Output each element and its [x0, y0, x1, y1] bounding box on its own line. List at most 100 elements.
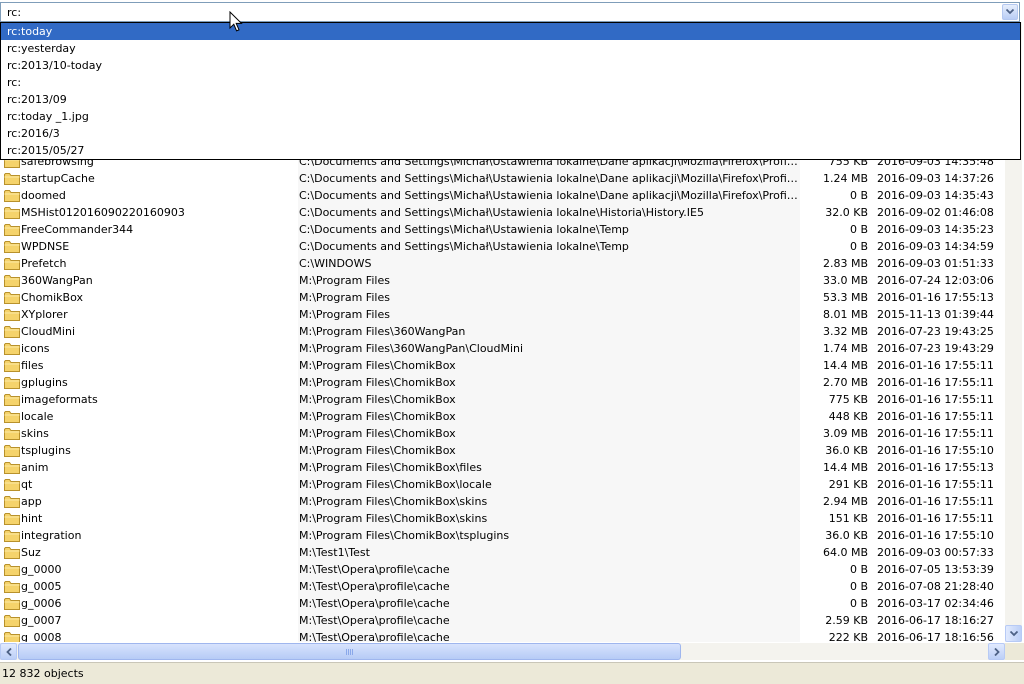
item-size: 32.0 KB — [825, 206, 868, 219]
item-modified: 2016-09-03 14:35:23 — [877, 223, 994, 236]
table-row[interactable]: g_0005 M:\Test\Opera\profile\cache 0 B 2016… — [0, 578, 1005, 595]
table-row[interactable]: startupCache C:\Documents and Settings\Mi… — [0, 170, 1005, 187]
item-name: ChomikBox — [21, 291, 83, 304]
chevron-down-icon — [1006, 9, 1014, 15]
item-path: M:\Program Files\ChomikBox\locale — [299, 478, 492, 491]
table-row[interactable]: locale M:\Program Files\ChomikBox 448 KB 20… — [0, 408, 1005, 425]
item-name: XYplorer — [21, 308, 68, 321]
scroll-right-button[interactable] — [988, 643, 1005, 660]
table-row[interactable]: g_0006 M:\Test\Opera\profile\cache 0 B 2016… — [0, 595, 1005, 612]
item-size: 36.0 KB — [825, 444, 868, 457]
folder-icon — [4, 461, 20, 474]
dropdown-item[interactable]: rc:today _1.jpg — [1, 108, 1020, 125]
table-row[interactable]: app M:\Program Files\ChomikBox\skins 2.94 … — [0, 493, 1005, 510]
scroll-left-button[interactable] — [0, 643, 17, 660]
folder-icon — [4, 478, 20, 491]
item-size: 775 KB — [828, 393, 868, 406]
item-name: integration — [21, 529, 82, 542]
table-row[interactable]: g_0007 M:\Test\Opera\profile\cache 2.59 KB… — [0, 612, 1005, 629]
table-row[interactable]: Suz M:\Test1\Test 64.0 MB 2016-09-03 00:57:… — [0, 544, 1005, 561]
item-modified: 2016-01-16 17:55:11 — [877, 427, 994, 440]
item-path: M:\Program Files\ChomikBox — [299, 444, 456, 457]
item-size: 0 B — [849, 580, 868, 593]
dropdown-item[interactable]: rc:yesterday — [1, 40, 1020, 57]
item-path: M:\Program Files\ChomikBox\tsplugins — [299, 529, 510, 542]
table-row[interactable]: 360WangPan M:\Program Files 33.0 MB 2016-07… — [0, 272, 1005, 289]
table-row[interactable]: qt M:\Program Files\ChomikBox\locale 291 K… — [0, 476, 1005, 493]
item-name: g_0007 — [21, 614, 62, 627]
item-name: WPDNSE — [21, 240, 70, 253]
table-row[interactable]: gplugins M:\Program Files\ChomikBox 2.70 M… — [0, 374, 1005, 391]
item-size: 8.01 MB — [822, 308, 868, 321]
address-dropdown-list[interactable]: rc:today rc:yesterday rc:2013/10-today rc: r… — [0, 22, 1021, 160]
item-size: 2.70 MB — [822, 376, 868, 389]
table-row[interactable]: Prefetch C:\WINDOWS 2.83 MB 2016-09-03 01:5… — [0, 255, 1005, 272]
item-size: 0 B — [849, 563, 868, 576]
folder-icon — [4, 223, 20, 236]
dropdown-item[interactable]: rc:2013/10-today — [1, 57, 1020, 74]
mouse-cursor-icon — [229, 10, 243, 36]
table-row[interactable]: doomed C:\Documents and Settings\Michał\U… — [0, 187, 1005, 204]
folder-icon — [4, 274, 20, 287]
item-modified: 2016-01-16 17:55:13 — [877, 291, 994, 304]
item-name: g_0000 — [21, 563, 62, 576]
item-size: 53.3 MB — [822, 291, 868, 304]
item-modified: 2016-09-03 14:37:26 — [877, 172, 994, 185]
dropdown-item[interactable]: rc:today — [1, 23, 1020, 40]
item-modified: 2016-01-16 17:55:11 — [877, 359, 994, 372]
item-modified: 2015-11-13 01:39:44 — [877, 308, 994, 321]
dropdown-item[interactable]: rc:2013/09 — [1, 91, 1020, 108]
item-name: qt — [21, 478, 33, 491]
item-size: 64.0 MB — [822, 546, 868, 559]
item-modified: 2016-01-16 17:55:10 — [877, 529, 994, 542]
scroll-down-button[interactable] — [1005, 625, 1022, 642]
item-size: 222 KB — [828, 631, 868, 642]
item-path: M:\Test\Opera\profile\cache — [299, 614, 450, 627]
table-row[interactable]: MSHist012016090220160903 C:\Documents and… — [0, 204, 1005, 221]
table-row[interactable]: tsplugins M:\Program Files\ChomikBox 36.0 … — [0, 442, 1005, 459]
horizontal-scroll-thumb[interactable] — [18, 643, 681, 660]
item-size: 3.09 MB — [822, 427, 868, 440]
item-size: 33.0 MB — [822, 274, 868, 287]
table-row[interactable]: CloudMini M:\Program Files\360WangPan 3.32… — [0, 323, 1005, 340]
item-name: 360WangPan — [21, 274, 93, 287]
table-row[interactable]: skins M:\Program Files\ChomikBox 3.09 MB 20… — [0, 425, 1005, 442]
item-size: 14.4 MB — [822, 461, 868, 474]
item-name: app — [21, 495, 42, 508]
folder-icon — [4, 580, 20, 593]
item-name: locale — [21, 410, 54, 423]
combo-dropdown-button[interactable] — [1002, 4, 1018, 20]
table-row[interactable]: ChomikBox M:\Program Files 53.3 MB 2016-01-… — [0, 289, 1005, 306]
table-row[interactable]: icons M:\Program Files\360WangPan\CloudMi… — [0, 340, 1005, 357]
item-name: imageformats — [21, 393, 98, 406]
item-modified: 2016-06-17 18:16:56 — [877, 631, 994, 642]
chevron-right-icon — [994, 648, 1000, 656]
item-path: M:\Program Files\ChomikBox — [299, 427, 456, 440]
folder-icon — [4, 172, 20, 185]
horizontal-scrollbar[interactable] — [0, 643, 1005, 660]
table-row[interactable]: hint M:\Program Files\ChomikBox\skins 151 … — [0, 510, 1005, 527]
table-row[interactable]: anim M:\Program Files\ChomikBox\files 14.4… — [0, 459, 1005, 476]
table-row[interactable]: imageformats M:\Program Files\ChomikBox 77… — [0, 391, 1005, 408]
scroll-grip — [346, 649, 354, 655]
address-input[interactable] — [1, 3, 999, 21]
item-modified: 2016-06-17 18:16:27 — [877, 614, 994, 627]
table-row[interactable]: integration M:\Program Files\ChomikBox\ts… — [0, 527, 1005, 544]
table-row[interactable]: g_0000 M:\Test\Opera\profile\cache 0 B 2016… — [0, 561, 1005, 578]
item-path: M:\Program Files\ChomikBox — [299, 376, 456, 389]
table-row[interactable]: g_0008 M:\Test\Opera\profile\cache 222 KB 2… — [0, 629, 1005, 642]
dropdown-item[interactable]: rc:2016/3 — [1, 125, 1020, 142]
folder-icon — [4, 189, 20, 202]
item-path: M:\Program Files — [299, 308, 390, 321]
table-row[interactable]: FreeCommander344 C:\Documents and Setting… — [0, 221, 1005, 238]
item-path: M:\Test1\Test — [299, 546, 370, 559]
table-row[interactable]: XYplorer M:\Program Files 8.01 MB 2015-11-1… — [0, 306, 1005, 323]
item-name: startupCache — [21, 172, 95, 185]
scrollbar-corner — [1005, 643, 1024, 660]
item-path: C:\Documents and Settings\Michał\Ustawie… — [299, 206, 704, 219]
table-row[interactable]: WPDNSE C:\Documents and Settings\Michał\U… — [0, 238, 1005, 255]
address-combobox[interactable] — [0, 2, 1020, 22]
dropdown-item[interactable]: rc: — [1, 74, 1020, 91]
table-row[interactable]: files M:\Program Files\ChomikBox 14.4 MB 20… — [0, 357, 1005, 374]
dropdown-item[interactable]: rc:2015/05/27 — [1, 142, 1020, 159]
